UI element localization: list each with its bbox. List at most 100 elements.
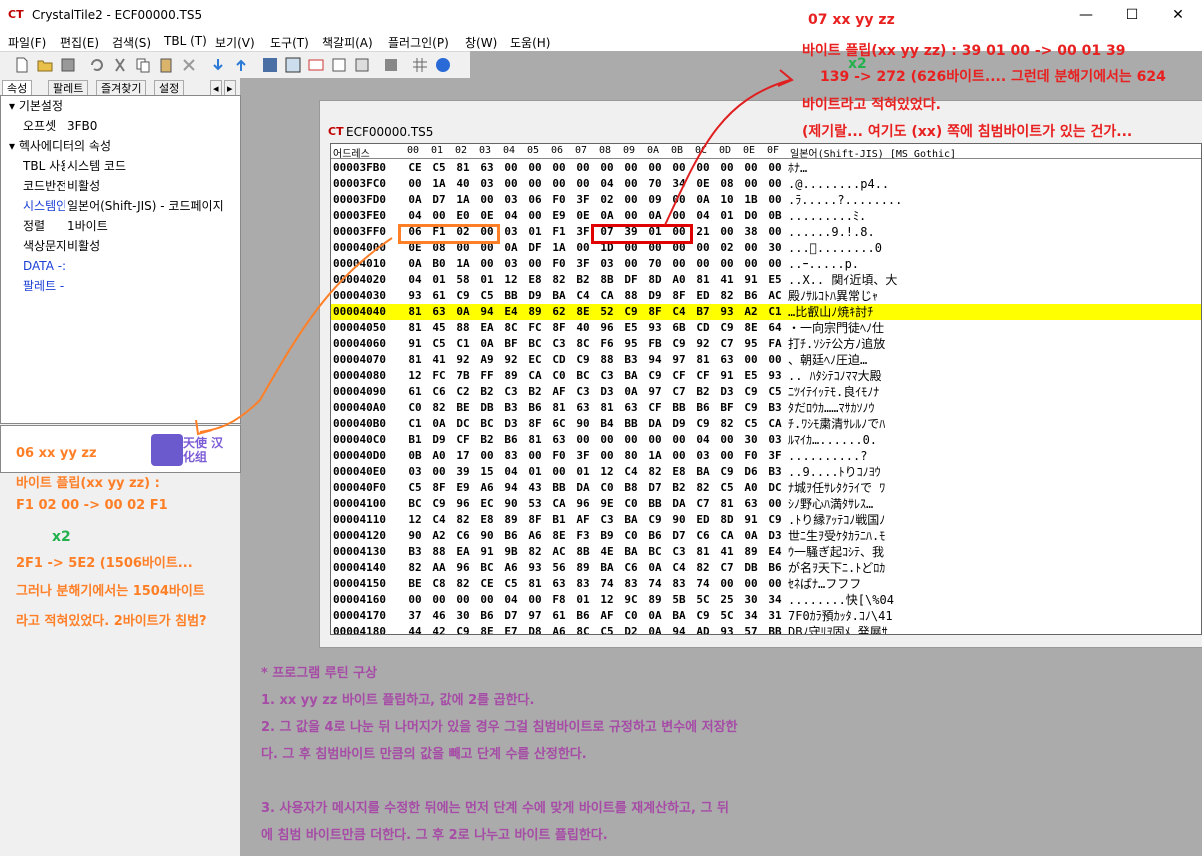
- hex-byte[interactable]: CF: [693, 368, 713, 384]
- hex-byte[interactable]: 64: [765, 320, 785, 336]
- hex-byte[interactable]: C0: [597, 480, 617, 496]
- hex-byte[interactable]: C7: [669, 384, 689, 400]
- hex-byte[interactable]: F0: [549, 192, 569, 208]
- hex-byte[interactable]: C5: [477, 288, 497, 304]
- hex-byte[interactable]: C9: [741, 384, 761, 400]
- hex-byte[interactable]: AF: [597, 608, 617, 624]
- hex-byte[interactable]: B7: [693, 304, 713, 320]
- hex-byte[interactable]: 46: [429, 608, 449, 624]
- hex-byte[interactable]: C4: [429, 512, 449, 528]
- hex-byte[interactable]: 63: [549, 432, 569, 448]
- hex-byte[interactable]: C3: [597, 512, 617, 528]
- hex-row[interactable]: 00004070 81 41 92 A9 92 EC CD C9 88 B3 94 97 81 63 00 00…: [331, 352, 1201, 368]
- hex-byte[interactable]: 30: [741, 592, 761, 608]
- hex-byte[interactable]: D6: [741, 464, 761, 480]
- hex-byte[interactable]: 1A: [645, 448, 665, 464]
- hex-byte[interactable]: 04: [405, 272, 425, 288]
- hex-byte[interactable]: E4: [501, 304, 521, 320]
- hex-byte[interactable]: A2: [429, 528, 449, 544]
- hex-byte[interactable]: 00: [741, 352, 761, 368]
- hex-byte[interactable]: 00: [477, 256, 497, 272]
- hex-byte[interactable]: 30: [453, 608, 473, 624]
- hex-byte[interactable]: F6: [597, 336, 617, 352]
- hex-byte[interactable]: BB: [645, 496, 665, 512]
- hex-byte[interactable]: 3F: [573, 192, 593, 208]
- hex-byte[interactable]: 00: [669, 192, 689, 208]
- hex-byte[interactable]: 3F: [573, 224, 593, 240]
- hex-byte[interactable]: 3F: [573, 448, 593, 464]
- hex-byte[interactable]: 83: [501, 448, 521, 464]
- help-icon[interactable]: [435, 57, 451, 73]
- hex-byte[interactable]: 90: [669, 512, 689, 528]
- hex-byte[interactable]: 00: [573, 160, 593, 176]
- hex-byte[interactable]: 8F: [525, 512, 545, 528]
- hex-byte[interactable]: 00: [669, 448, 689, 464]
- hex-byte[interactable]: 94: [501, 480, 521, 496]
- hex-byte[interactable]: 00: [549, 160, 569, 176]
- hex-byte[interactable]: 00: [477, 192, 497, 208]
- save-icon[interactable]: [60, 57, 76, 73]
- hex-byte[interactable]: BA: [621, 368, 641, 384]
- hex-byte[interactable]: 15: [477, 464, 497, 480]
- hex-byte[interactable]: BA: [597, 560, 617, 576]
- hex-byte[interactable]: A0: [429, 448, 449, 464]
- delete-icon[interactable]: [181, 57, 197, 73]
- hex-byte[interactable]: BB: [765, 624, 785, 634]
- hex-byte[interactable]: 0A: [405, 256, 425, 272]
- hex-byte[interactable]: 8D: [645, 272, 665, 288]
- hex-byte[interactable]: B1: [405, 432, 425, 448]
- hex-byte[interactable]: DB: [477, 400, 497, 416]
- hex-byte[interactable]: 63: [477, 160, 497, 176]
- hex-byte[interactable]: 92: [501, 352, 521, 368]
- hex-byte[interactable]: 00: [741, 176, 761, 192]
- hex-row[interactable]: 00004090 61 C6 C2 B2 C3 B2 AF C3 D3 0A 97 C7 B2 D3 C9 C5…: [331, 384, 1201, 400]
- hex-byte[interactable]: 12: [405, 368, 425, 384]
- hex-byte[interactable]: 97: [669, 352, 689, 368]
- hex-byte[interactable]: 88: [453, 320, 473, 336]
- hex-byte[interactable]: 31: [765, 608, 785, 624]
- hex-byte[interactable]: BC: [405, 496, 425, 512]
- hex-byte[interactable]: 82: [717, 416, 737, 432]
- hex-byte[interactable]: DF: [525, 240, 545, 256]
- hex-row[interactable]: 00004160 00 00 00 00 04 00 F8 01 12 9C 89 5B 5C 25 30 34…: [331, 592, 1201, 608]
- hex-byte[interactable]: C9: [429, 496, 449, 512]
- hex-byte[interactable]: 94: [669, 624, 689, 634]
- hex-byte[interactable]: 0A: [501, 240, 521, 256]
- hex-byte[interactable]: D2: [621, 624, 641, 634]
- hex-byte[interactable]: 91: [717, 368, 737, 384]
- hex-byte[interactable]: CE: [405, 160, 425, 176]
- hex-byte[interactable]: A0: [741, 480, 761, 496]
- hex-byte[interactable]: 81: [525, 432, 545, 448]
- hex-byte[interactable]: 8F: [669, 288, 689, 304]
- hex-byte[interactable]: 00: [405, 592, 425, 608]
- hex-byte[interactable]: 74: [597, 576, 617, 592]
- hex-byte[interactable]: 94: [645, 352, 665, 368]
- hex-byte[interactable]: 90: [405, 528, 425, 544]
- hex-byte[interactable]: 58: [453, 272, 473, 288]
- hex-byte[interactable]: 02: [717, 240, 737, 256]
- hex-row[interactable]: 000040D0 0B A0 17 00 83 00 F0 3F 00 80 1A 00 03 00 F0 3F…: [331, 448, 1201, 464]
- hex-byte[interactable]: 00: [621, 160, 641, 176]
- hex-byte[interactable]: 42: [429, 624, 449, 634]
- hex-byte[interactable]: C9: [669, 336, 689, 352]
- hex-byte[interactable]: C9: [693, 416, 713, 432]
- hex-byte[interactable]: B2: [477, 384, 497, 400]
- hex-byte[interactable]: 01: [573, 592, 593, 608]
- hex-byte[interactable]: 10: [717, 192, 737, 208]
- hex-byte[interactable]: BB: [669, 400, 689, 416]
- hex-byte[interactable]: EC: [477, 496, 497, 512]
- hex-byte[interactable]: 5C: [693, 592, 713, 608]
- hex-byte[interactable]: 93: [765, 368, 785, 384]
- hex-byte[interactable]: 83: [669, 576, 689, 592]
- hex-byte[interactable]: 80: [621, 448, 641, 464]
- hex-byte[interactable]: 81: [525, 576, 545, 592]
- export-icon[interactable]: [233, 57, 249, 73]
- hex-byte[interactable]: 89: [501, 368, 521, 384]
- hex-byte[interactable]: B6: [477, 608, 497, 624]
- hex-byte[interactable]: 0A: [645, 624, 665, 634]
- hex-byte[interactable]: 8F: [549, 320, 569, 336]
- hex-byte[interactable]: 8F: [525, 416, 545, 432]
- hex-byte[interactable]: 63: [573, 400, 593, 416]
- hex-byte[interactable]: 95: [741, 336, 761, 352]
- hex-byte[interactable]: C7: [693, 496, 713, 512]
